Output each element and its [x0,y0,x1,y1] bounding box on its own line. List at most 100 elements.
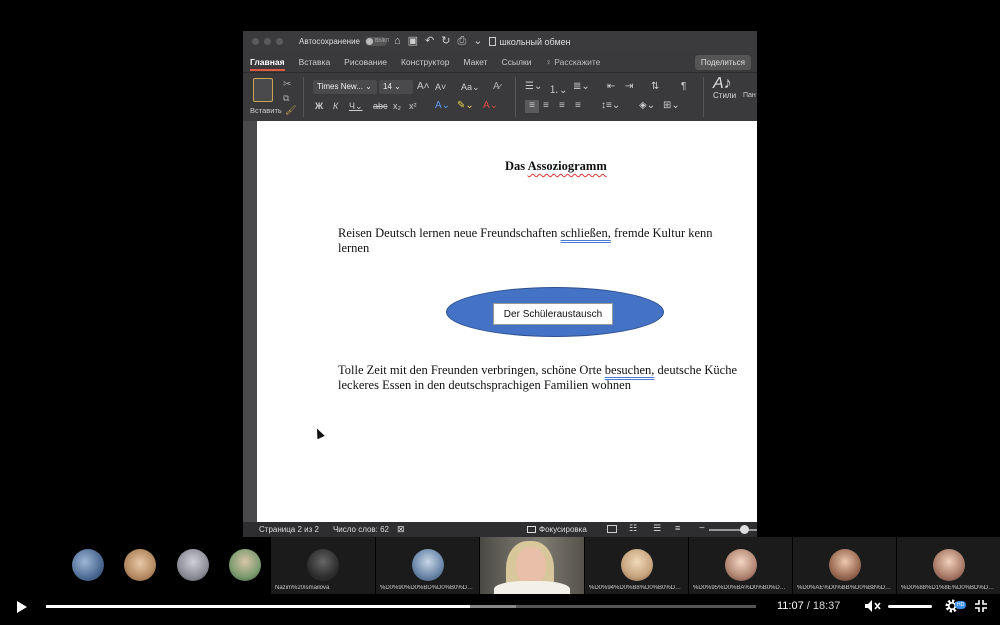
multilevel-list-icon[interactable]: ≣⌄ [573,81,590,92]
undo-icon[interactable]: ↶ [425,36,434,47]
participant-strip: Nazim%20Ismailova %D0%90%D0%BD%D0%B0%D1%… [0,537,1000,594]
autosave-toggle[interactable]: ВЫКЛ [364,37,389,46]
participant-name: %D0%95%D0%BA%D0%B0%D1%82... [693,585,788,591]
mute-icon[interactable] [864,599,882,613]
document-name: школьный обмен [488,36,571,47]
borders-icon[interactable]: ⊞⌄ [663,100,680,111]
align-right-icon[interactable]: ≡ [559,100,565,111]
active-speaker-video[interactable] [480,537,584,594]
tell-me-search[interactable]: ♀ Расскажите [545,57,600,67]
superscript-icon[interactable]: x² [409,101,417,111]
participant-avatar[interactable] [72,549,104,581]
save-icon[interactable]: ▣ [408,36,418,47]
print-layout-icon[interactable] [607,525,617,533]
ribbon-divider [703,77,704,117]
cut-icon[interactable]: ✂ [283,79,291,90]
print-icon[interactable]: ⎙ [457,36,466,47]
paste-icon[interactable] [253,78,273,102]
volume-slider[interactable] [888,605,932,608]
ribbon-home: Вставить ✂ ⧉ 🖌 Times New... ⌄ 14 ⌄ A˄ A˅… [243,72,757,121]
window-minimize-button[interactable] [264,38,271,45]
highlight-icon[interactable]: ✎⌄ [457,100,474,111]
show-formatting-icon[interactable]: ¶ [681,81,686,92]
align-left-icon[interactable]: ≡ [525,100,539,113]
zoom-slider-handle[interactable] [740,525,749,534]
clear-formatting-icon[interactable]: A̷ [493,81,500,92]
word-count[interactable]: Число слов: 62 [333,525,389,534]
fullscreen-exit-icon[interactable] [974,599,988,613]
participant-tile[interactable]: %D0%95%D0%BA%D0%B0%D1%82... [689,537,792,594]
web-layout-icon[interactable]: ☷ [629,523,639,533]
redo-icon[interactable]: ↻ [441,36,450,47]
text-effects-icon[interactable]: A⌄ [435,100,450,111]
decrease-indent-icon[interactable]: ⇤ [607,81,615,92]
home-icon[interactable]: ⌂ [394,36,401,47]
document-page[interactable]: Das Assoziogramm Reisen Deutsch lernen n… [257,121,757,522]
outline-view-icon[interactable]: ☰ [653,523,663,533]
zoom-out-icon[interactable]: − [699,523,705,534]
ribbon-tabs: Главная Вставка Рисование Конструктор Ма… [243,52,757,72]
italic-icon[interactable]: К [333,101,338,111]
window-close-button[interactable] [252,38,259,45]
bold-icon[interactable]: Ж [315,101,323,111]
grammar-flagged-text: schließen, [560,226,611,240]
participant-avatar [724,549,757,581]
participant-avatar [828,549,861,581]
participant-tile[interactable]: %D0%90%D0%BD%D0%B0%D1%81... [376,537,479,594]
focus-mode-button[interactable]: Фокусировка [527,525,587,534]
page-indicator[interactable]: Страница 2 из 2 [259,525,319,534]
font-name-select[interactable]: Times New... ⌄ [313,80,377,94]
participant-avatar[interactable] [177,549,209,581]
participant-avatar[interactable] [229,549,261,581]
numbering-icon[interactable]: ⒈⌄ [549,81,567,96]
tab-insert[interactable]: Вставка [299,57,331,67]
participant-tile[interactable]: %D0%AE%D0%BB%D0%B8%D1%8F... [793,537,896,594]
font-color-icon[interactable]: A⌄ [483,100,498,111]
share-button[interactable]: Поделиться [694,55,751,70]
copy-icon[interactable]: ⧉ [283,93,289,104]
play-icon[interactable] [17,601,27,613]
tab-layout[interactable]: Макет [463,57,487,67]
participant-name: %D0%94%D0%B8%D0%B0%D0%BD... [589,585,684,591]
draft-view-icon[interactable]: ≡ [675,523,685,533]
styles-label: Стили [713,91,737,100]
justify-icon[interactable]: ≡ [575,100,581,111]
strikethrough-icon[interactable]: abc [373,101,388,111]
window-zoom-button[interactable] [276,38,283,45]
text-run: Tolle Zeit mit den Freunden verbringen, … [338,363,605,377]
customize-toolbar-icon[interactable]: ⌄ [473,36,482,47]
participant-avatar [932,549,965,581]
format-painter-icon[interactable]: 🖌 [285,105,296,116]
grammar-flagged-text: besuchen, [604,363,655,377]
heading-text: Das [505,159,528,173]
participant-tile[interactable]: Nazim%20Ismailova [271,537,375,594]
tab-home[interactable]: Главная [250,57,285,71]
tab-draw[interactable]: Рисование [344,57,387,67]
participant-tile[interactable]: %D0%88%D1%8E%D0%BD%D0%BE... [897,537,1000,594]
shading-icon[interactable]: ◈⌄ [639,100,655,111]
font-size-select[interactable]: 14 ⌄ [379,80,413,94]
proofing-icon[interactable]: ⊠ [397,524,405,535]
sort-icon[interactable]: ⇅ [651,81,659,92]
shrink-font-icon[interactable]: A˅ [435,82,446,92]
subscript-icon[interactable]: x₂ [393,101,401,111]
align-center-icon[interactable]: ≡ [543,100,549,111]
status-bar: Страница 2 из 2 Число слов: 62 ⊠ Фокусир… [243,522,757,537]
underline-icon[interactable]: Ч⌄ [349,101,363,112]
line-spacing-icon[interactable]: ↕≡⌄ [601,100,620,111]
bullets-icon[interactable]: ☰⌄ [525,81,542,92]
change-case-icon[interactable]: Aa⌄ [461,82,480,93]
participant-tile[interactable]: %D0%94%D0%B8%D0%B0%D0%BD... [585,537,688,594]
increase-indent-icon[interactable]: ⇥ [625,81,633,92]
playback-time: 11:07 / 18:37 [777,600,840,612]
grow-font-icon[interactable]: A˄ [417,81,430,92]
progress-bar[interactable] [46,605,756,608]
participant-avatar[interactable] [124,549,156,581]
diagram-textbox[interactable]: Der Schüleraustausch [493,303,613,325]
tab-design[interactable]: Конструктор [401,57,449,67]
ribbon-divider [515,77,516,117]
styles-pane-label[interactable]: Пан стил [743,91,757,100]
participant-name: %D0%88%D1%8E%D0%BD%D0%BE... [901,585,996,591]
tab-references[interactable]: Ссылки [502,57,532,67]
zoom-slider[interactable] [709,529,757,531]
